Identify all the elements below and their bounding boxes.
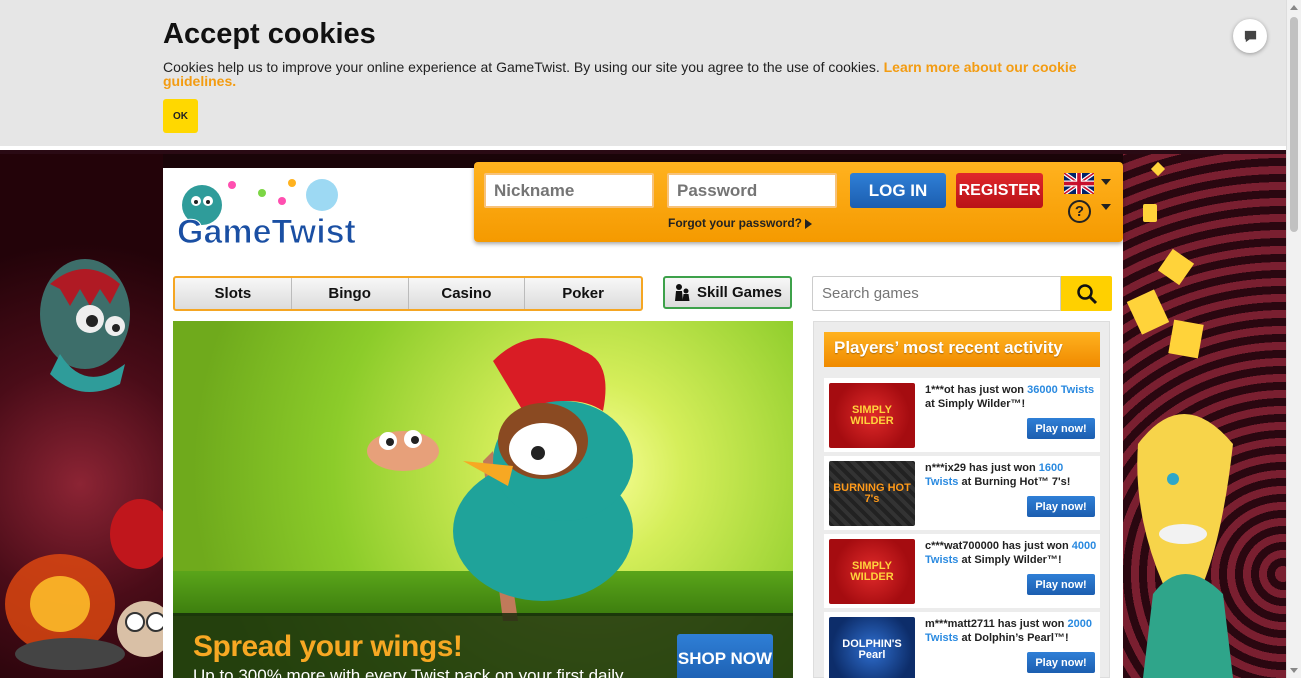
cookie-banner: Accept cookies Cookies help us to improv… [0,0,1286,150]
cookie-title: Accept cookies [163,18,376,50]
chat-button[interactable] [1233,19,1267,53]
language-chevron-down-icon[interactable] [1101,179,1111,185]
gametwist-logo[interactable]: GameTwist [172,175,382,250]
play-now-button[interactable]: Play now! [1027,496,1095,517]
search-button[interactable] [1061,276,1112,311]
tab-casino[interactable]: Casino [409,278,526,309]
activity-message: c***wat700000 has just won 4000 Twists a… [925,540,1097,566]
search-input[interactable] [812,276,1061,311]
play-now-button[interactable]: Play now! [1027,574,1095,595]
game-thumbnail[interactable]: SIMPLY WILDER [829,383,915,448]
shop-now-button[interactable]: SHOP NOW [677,634,773,678]
game-thumbnail[interactable]: SIMPLY WILDER [829,539,915,604]
help-chevron-down-icon[interactable] [1101,204,1111,210]
background-left-art [0,154,163,678]
uk-flag-icon[interactable] [1064,173,1094,194]
scroll-up-arrow-icon[interactable] [1290,5,1298,10]
nickname-input[interactable] [484,173,654,208]
background-right-art [1123,154,1286,678]
play-now-button[interactable]: Play now! [1027,652,1095,673]
scroll-down-arrow-icon[interactable] [1290,668,1298,673]
play-now-button[interactable]: Play now! [1027,418,1095,439]
logo-text: GameTwist [177,213,356,250]
chat-bubble-icon [1244,30,1256,42]
forgot-password-label: Forgot your password? [668,216,803,230]
wizard-illustration [5,499,163,670]
category-nav: Slots Bingo Casino Poker [173,276,643,311]
chess-pieces-icon [674,283,690,301]
activity-item: DOLPHIN'S Pearl m***matt2711 has just wo… [824,612,1100,678]
login-bar: LOG IN REGISTER Forgot your password? ? [474,162,1123,242]
cookie-ok-button[interactable]: OK [163,99,198,133]
activity-item: SIMPLY WILDER 1***ot has just won 36000 … [824,378,1100,452]
play-arrow-icon [805,218,813,229]
activity-item: SIMPLY WILDER c***wat700000 has just won… [824,534,1100,608]
activity-title: Players’ most recent activity [824,332,1100,367]
game-thumbnail[interactable]: BURNING HOT 7's [829,461,915,526]
promo-banner[interactable] [173,321,793,678]
game-thumbnail[interactable]: DOLPHIN'S Pearl [829,617,915,678]
cookie-text: Cookies help us to improve your online e… [163,59,1077,89]
rooster-illustration [367,338,633,621]
register-button[interactable]: REGISTER [956,173,1043,208]
activity-message: 1***ot has just won 36000 Twists at Simp… [925,384,1095,410]
coins-illustration [1126,161,1233,678]
activity-message: m***matt2711 has just won 2000 Twists at… [925,618,1092,644]
skill-games-button[interactable]: Skill Games [663,276,792,309]
scrollbar-thumb[interactable] [1290,17,1298,232]
tab-poker[interactable]: Poker [525,278,641,309]
monster-illustration [40,259,130,392]
search-icon [1076,283,1097,304]
login-button[interactable]: LOG IN [850,173,946,208]
password-input[interactable] [667,173,837,208]
tab-slots[interactable]: Slots [175,278,292,309]
forgot-password-link[interactable]: Forgot your password? [668,216,813,230]
activity-message: n***ix29 has just won 1600 Twists at Bur… [925,462,1071,488]
skill-games-label: Skill Games [696,284,783,301]
activity-item: BURNING HOT 7's n***ix29 has just won 16… [824,456,1100,530]
help-icon[interactable]: ? [1068,200,1091,223]
page-scrollbar[interactable] [1286,0,1301,678]
tab-bingo[interactable]: Bingo [292,278,409,309]
